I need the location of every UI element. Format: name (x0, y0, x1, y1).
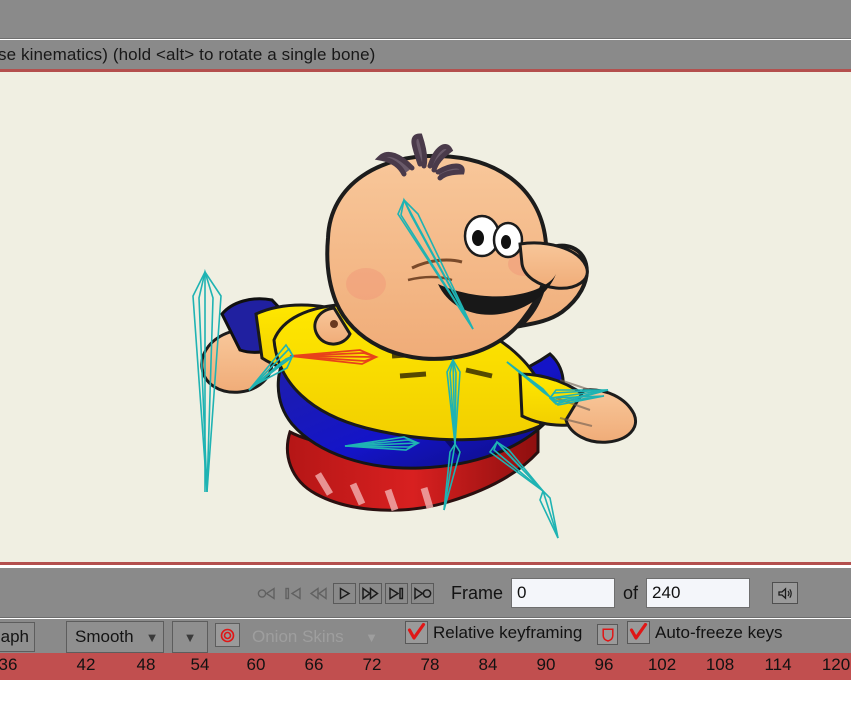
timeline-tick[interactable]: 96 (595, 655, 614, 675)
auto-freeze-keys-label: Auto-freeze keys (655, 622, 783, 642)
onion-skin-icon[interactable] (215, 623, 240, 647)
timeline-ruler[interactable]: 3642485460667278849096102108114120126132… (0, 653, 851, 680)
graph-button[interactable]: aph (0, 622, 35, 652)
timeline-tick[interactable]: 114 (764, 655, 791, 675)
loop-start-icon[interactable] (255, 583, 278, 604)
checkmark-icon (629, 623, 648, 640)
hint-text: se kinematics) (hold <alt> to rotate a s… (0, 44, 376, 64)
of-label: of (623, 582, 639, 603)
fast-forward-icon[interactable] (359, 582, 382, 604)
timeline-tick[interactable]: 72 (363, 655, 382, 675)
checkmark-icon (407, 623, 426, 640)
animation-app-window: se kinematics) (hold <alt> to rotate a s… (0, 0, 851, 728)
timeline-tick[interactable]: 102 (648, 655, 676, 675)
relative-keyframing-label: Relative keyframing (433, 622, 583, 642)
chevron-down-icon: ▼ (145, 629, 159, 645)
timeline-tick[interactable]: 60 (247, 655, 266, 675)
character-artwork[interactable] (0, 72, 851, 562)
interpolation-dropdown[interactable]: Smooth ▼ (66, 621, 164, 653)
timeline-tick[interactable]: 48 (137, 655, 156, 675)
frame-label: Frame (451, 582, 504, 603)
relative-keyframing-checkbox[interactable] (405, 621, 428, 644)
transport-controls: Frame 0 of 240 (255, 568, 799, 618)
status-hint-bar: se kinematics) (hold <alt> to rotate a s… (0, 40, 851, 69)
timeline-tick[interactable]: 66 (305, 655, 324, 675)
onion-skins-label: Onion Skins (252, 627, 344, 646)
below-timeline-area (0, 680, 851, 728)
last-frame-icon[interactable] (385, 582, 408, 604)
play-once-icon[interactable] (411, 582, 434, 604)
secondary-dropdown[interactable]: ▼ (172, 621, 208, 653)
head-shape (313, 133, 589, 361)
auto-freeze-keys-group[interactable]: Auto-freeze keys (627, 621, 783, 644)
playback-transport-bar: Frame 0 of 240 (0, 568, 851, 618)
shield-icon[interactable] (597, 624, 618, 645)
frame-input[interactable]: 0 (511, 578, 616, 608)
total-frames-input[interactable]: 240 (646, 578, 751, 608)
timeline-tick[interactable]: 42 (77, 655, 96, 675)
speaker-icon[interactable] (772, 582, 799, 604)
timeline-tick[interactable]: 108 (706, 655, 734, 675)
timeline-tick[interactable]: 90 (537, 655, 556, 675)
chevron-down-icon: ▼ (365, 629, 378, 645)
graph-button-label: aph (0, 627, 29, 646)
timeline-tick[interactable]: 120 (822, 655, 850, 675)
top-toolbar-strip (0, 0, 851, 39)
bone-right-foot (539, 489, 559, 539)
canvas-stage[interactable] (0, 72, 851, 562)
chevron-down-icon: ▼ (183, 629, 197, 645)
onion-skins-dropdown[interactable]: Onion Skins ▼ (246, 621, 388, 653)
auto-freeze-keys-checkbox[interactable] (627, 621, 650, 644)
timeline-tick[interactable]: 36 (0, 655, 17, 675)
interpolation-value: Smooth (75, 627, 134, 646)
play-icon[interactable] (333, 582, 356, 604)
relative-keyframing-group[interactable]: Relative keyframing (405, 621, 582, 644)
timeline-tick[interactable]: 84 (479, 655, 498, 675)
rewind-icon[interactable] (307, 583, 330, 604)
animation-canvas[interactable] (0, 69, 851, 565)
first-frame-icon[interactable] (281, 583, 304, 604)
timeline-tick[interactable]: 54 (191, 655, 210, 675)
animation-options-bar: aph Smooth ▼ ▼ Onion Skins ▼ Relative ke… (0, 619, 851, 655)
timeline-tick[interactable]: 78 (421, 655, 440, 675)
